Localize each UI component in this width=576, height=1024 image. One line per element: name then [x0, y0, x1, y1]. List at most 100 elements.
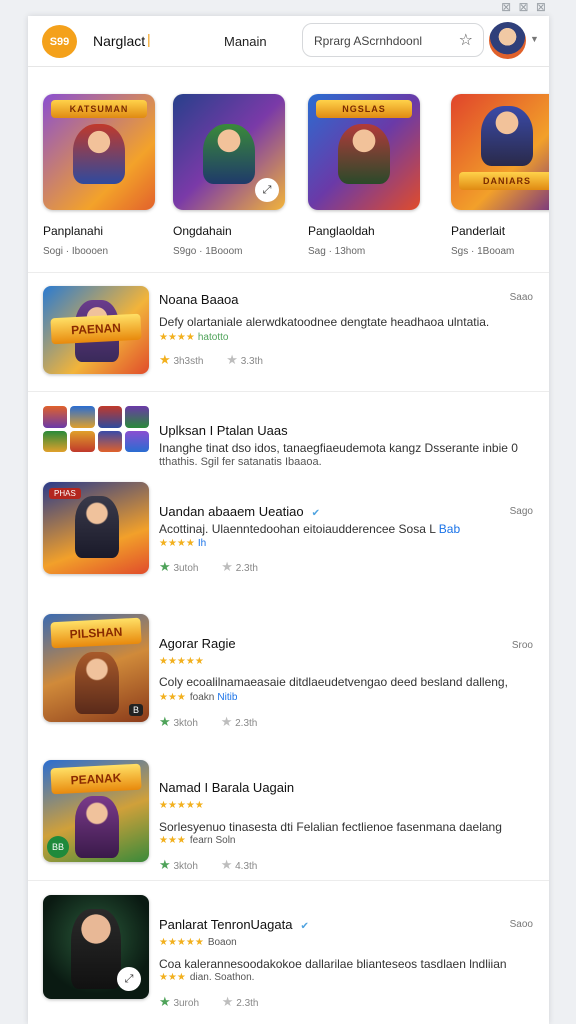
- featured-card[interactable]: KATSUMAN Panplanahi Sogi · Iboooen: [43, 94, 158, 257]
- top-bar: S99 Narglact | Manain ☆ ▼: [28, 16, 549, 67]
- game-thumbnail[interactable]: PHAS: [43, 482, 149, 574]
- star-rating-icon: ★★★★: [159, 332, 195, 343]
- star-rating-icon: ★★★: [159, 972, 186, 983]
- item-stats: ★ 3utoh ★ 2.3th: [159, 559, 258, 575]
- stat-value: 3.3th: [240, 356, 263, 367]
- featured-card[interactable]: DANIARS Panderlait Sgs · 1Booam: [451, 94, 549, 257]
- game-chip: BB: [47, 836, 69, 858]
- character-art: [75, 652, 119, 714]
- featured-title[interactable]: Panglaoldah: [308, 224, 423, 238]
- featured-thumbnail[interactable]: DANIARS: [451, 94, 549, 210]
- chevron-down-icon[interactable]: ▼: [530, 34, 539, 44]
- item-title[interactable]: Uplksan I Ptalan Uaas: [159, 423, 288, 438]
- game-logo: NGSLAS: [316, 100, 412, 118]
- search-input[interactable]: [312, 31, 456, 51]
- thumbnail-mosaic[interactable]: [43, 406, 149, 452]
- star-icon[interactable]: ☆: [459, 30, 473, 50]
- featured-card[interactable]: ⤢ Ongdahain S9go · 1Booom: [173, 94, 288, 257]
- star-rating-icon: ★★★★★: [159, 937, 204, 948]
- star-icon: ★: [226, 352, 238, 367]
- star-rating-icon: ★★★★: [159, 538, 195, 549]
- item-description: Inanghe tinat dso idos, tanaegfiaeudemot…: [159, 441, 518, 455]
- item-size: Sroo: [511, 640, 533, 651]
- app-title: Narglact: [93, 33, 146, 49]
- star-icon: ★: [220, 714, 233, 729]
- featured-card[interactable]: NGSLAS Panglaoldah Sag · 13hom: [308, 94, 423, 257]
- game-thumbnail[interactable]: PILSHAN B: [43, 614, 149, 722]
- star-rating-icon: ★★★: [159, 692, 186, 703]
- item-title[interactable]: Namad I Barala Uagain: [159, 780, 294, 795]
- list-item[interactable]: PEANAK BB Namad I Barala Uagain ★★★★★ So…: [28, 752, 549, 882]
- game-logo: DANIARS: [459, 172, 549, 190]
- game-thumbnail[interactable]: ⤢: [43, 895, 149, 999]
- featured-thumbnail[interactable]: KATSUMAN: [43, 94, 155, 210]
- list-item[interactable]: Uplksan I Ptalan Uaas Inanghe tinat dso …: [28, 392, 549, 472]
- rating: ★★★★★ Boaon: [159, 937, 237, 948]
- star-icon: ★: [159, 994, 171, 1009]
- game-logo: KATSUMAN: [51, 100, 147, 118]
- item-title[interactable]: Noana Baaoa: [159, 292, 239, 307]
- character-art: [71, 909, 121, 989]
- character-art: [75, 496, 119, 558]
- stat-count: 3h3sth: [173, 356, 204, 367]
- game-logo: PAENAN: [50, 313, 142, 345]
- stat-count: 3ktoh: [173, 718, 198, 729]
- item-stats: ★ 3h3sth ★ 3.3th: [159, 352, 263, 368]
- item-size: Saoo: [509, 919, 533, 930]
- logo-icon[interactable]: S99: [42, 25, 77, 58]
- item-size: Sago: [509, 506, 533, 517]
- featured-title[interactable]: Ongdahain: [173, 224, 288, 238]
- item-description: Coa kalerannesoodakokoe dallarilae blian…: [159, 957, 507, 971]
- featured-meta: Sgs · 1Booam: [451, 246, 515, 257]
- verified-icon: ✔: [300, 921, 309, 932]
- item-title[interactable]: Agorar Ragie: [159, 636, 236, 651]
- nav-link[interactable]: Manain: [224, 34, 267, 49]
- item-stats: ★ 3uroh ★ 2.3th: [159, 994, 258, 1010]
- stat-value: 2.3th: [236, 998, 259, 1009]
- stat-value: 2.3th: [235, 563, 258, 574]
- avatar[interactable]: [489, 22, 526, 59]
- rating-secondary: ★★★ dian. Soathon.: [159, 972, 254, 983]
- star-icon: ★: [221, 559, 233, 574]
- featured-meta: Sag · 13hom: [308, 246, 366, 257]
- expand-icon[interactable]: ⤢: [117, 967, 141, 991]
- item-description-line2: tthathis. Sgil fer satanatis Ibaaoa.: [159, 456, 322, 468]
- list-item[interactable]: PAENAN Noana Baaoa Saao Defy olartaniale…: [28, 272, 549, 392]
- rating-label: Ih: [197, 538, 207, 549]
- featured-meta: Sogi · Iboooen: [43, 246, 109, 257]
- featured-row: KATSUMAN Panplanahi Sogi · Iboooen ⤢ Ong…: [28, 66, 549, 273]
- item-size: Saao: [509, 292, 533, 303]
- expand-icon[interactable]: ⤢: [255, 178, 279, 202]
- rating-label: Nitib: [217, 692, 238, 703]
- rating: ★★★★★: [159, 656, 204, 667]
- list-item[interactable]: PILSHAN B Agorar Ragie Sroo ★★★★★ Coly e…: [28, 602, 549, 752]
- search-box[interactable]: ☆: [302, 23, 484, 57]
- star-icon: ★: [159, 352, 171, 367]
- rating-text: fearn Soln: [189, 835, 236, 846]
- featured-title[interactable]: Panplanahi: [43, 224, 158, 238]
- stat-value: 2.3th: [235, 718, 258, 729]
- window-controls: ⊠ ⊠ ⊠: [501, 0, 548, 14]
- item-link[interactable]: Bab: [439, 522, 460, 536]
- list-item[interactable]: PHAS Uandan abaaem Ueatiao ✔ Sago Acottin…: [28, 472, 549, 602]
- rating: ★★★★ hatotto: [159, 332, 228, 343]
- rating-text: Boaon: [207, 937, 237, 948]
- item-title[interactable]: Panlarat TenronUagata ✔: [159, 917, 309, 932]
- stat-count: 3uroh: [173, 998, 200, 1009]
- item-description: Acottinaj. Ulaenntedoohan eitoiaudderenc…: [159, 522, 461, 536]
- featured-title[interactable]: Panderlait: [451, 224, 549, 238]
- star-icon: ★: [221, 994, 234, 1009]
- featured-thumbnail[interactable]: ⤢: [173, 94, 285, 210]
- verified-icon: ✔: [311, 508, 320, 519]
- game-logo: PILSHAN: [50, 617, 142, 649]
- item-title[interactable]: Uandan abaaem Ueatiao ✔: [159, 504, 320, 519]
- rating: ★★★★ Ih: [159, 538, 206, 549]
- game-thumbnail[interactable]: PAENAN: [43, 286, 149, 374]
- title-cursor: |: [147, 31, 151, 47]
- featured-thumbnail[interactable]: NGSLAS: [308, 94, 420, 210]
- game-thumbnail[interactable]: PEANAK BB: [43, 760, 149, 862]
- list-item[interactable]: ⤢ Panlarat TenronUagata ✔ Saoo ★★★★★ Boaon…: [28, 881, 549, 1024]
- rating-secondary: ★★★ fearn Soln: [159, 835, 236, 846]
- item-stats: ★ 3ktoh ★ 2.3th: [159, 714, 257, 730]
- stat-count: 3ktoh: [173, 861, 198, 872]
